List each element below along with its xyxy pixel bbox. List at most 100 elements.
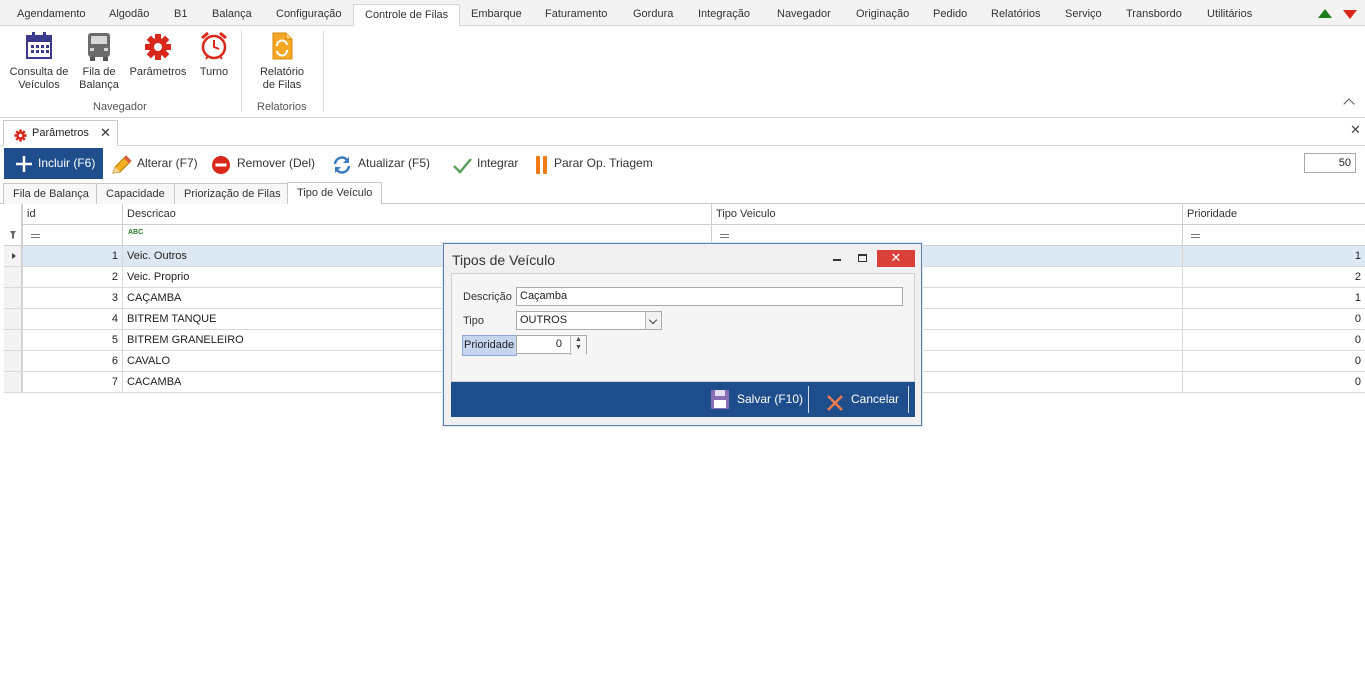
calendar-icon bbox=[24, 30, 54, 62]
column-header-prioridade[interactable]: Prioridade bbox=[1182, 204, 1365, 225]
tab-gordura[interactable]: Gordura bbox=[629, 4, 677, 26]
row-indicator bbox=[4, 372, 22, 392]
atualizar-button[interactable]: Atualizar (F5) bbox=[332, 148, 430, 179]
prioridade-value: 0 bbox=[555, 338, 562, 350]
row-indicator bbox=[4, 246, 22, 266]
tab-faturamento[interactable]: Faturamento bbox=[541, 4, 611, 26]
arrow-down-icon[interactable] bbox=[1343, 10, 1357, 19]
row-indicator-header bbox=[4, 204, 22, 225]
column-header-id[interactable]: id bbox=[22, 204, 122, 225]
truck-icon bbox=[84, 30, 114, 62]
tab-utilitarios[interactable]: Utilitários bbox=[1203, 4, 1256, 26]
atualizar-label: Atualizar (F5) bbox=[358, 156, 431, 170]
tipo-label: Tipo bbox=[463, 315, 484, 327]
column-header-descricao[interactable]: Descricao bbox=[122, 204, 711, 225]
tab-fila-de-balanca[interactable]: Fila de Balança bbox=[3, 183, 99, 204]
prioridade-stepper[interactable]: 0 ▲ ▼ bbox=[516, 335, 587, 355]
tab-originacao[interactable]: Originação bbox=[852, 4, 913, 26]
tab-balanca[interactable]: Balança bbox=[208, 4, 256, 26]
document-tab-parametros[interactable]: Parâmetros ✕ bbox=[3, 120, 118, 146]
cell-id: 3 bbox=[22, 288, 122, 309]
close-all-icon[interactable]: ✕ bbox=[1350, 122, 1361, 138]
minimize-icon[interactable] bbox=[833, 259, 841, 261]
refresh-icon bbox=[332, 155, 351, 174]
cell-prioridade: 0 bbox=[1182, 372, 1365, 393]
cell-prioridade: 2 bbox=[1182, 267, 1365, 288]
maximize-icon[interactable] bbox=[858, 254, 867, 262]
tab-priorizacao-de-filas[interactable]: Priorização de Filas bbox=[174, 183, 291, 204]
tab-embarque[interactable]: Embarque bbox=[467, 4, 526, 26]
alarm-clock-icon bbox=[199, 30, 229, 62]
tab-integracao[interactable]: Integração bbox=[694, 4, 754, 26]
consulta-label-2: Veículos bbox=[18, 79, 60, 91]
dialog-close-button[interactable]: ✕ bbox=[877, 250, 915, 267]
collapse-ribbon-icon[interactable] bbox=[1343, 98, 1355, 110]
tab-b1[interactable]: B1 bbox=[170, 4, 191, 26]
tab-navegador[interactable]: Navegador bbox=[773, 4, 835, 26]
incluir-button[interactable]: Incluir (F6) bbox=[4, 148, 104, 179]
consulta-veiculos-button[interactable]: Consulta de Veículos bbox=[8, 30, 70, 92]
plus-icon bbox=[14, 154, 32, 172]
page-size-input[interactable]: 50 bbox=[1304, 153, 1356, 173]
pause-icon bbox=[535, 155, 553, 174]
filter-indicator bbox=[4, 225, 22, 245]
close-x-icon bbox=[826, 391, 844, 426]
tipo-select-value: OUTROS bbox=[520, 314, 568, 326]
alterar-label: Alterar (F7) bbox=[137, 156, 198, 170]
row-indicator bbox=[4, 351, 22, 371]
tab-tipo-de-veiculo[interactable]: Tipo de Veículo bbox=[287, 182, 383, 204]
remover-button[interactable]: Remover (Del) bbox=[211, 148, 315, 179]
minus-circle-icon bbox=[211, 155, 230, 174]
tab-transbordo[interactable]: Transbordo bbox=[1122, 4, 1186, 26]
filter-cell-prioridade[interactable] bbox=[1182, 225, 1365, 246]
salvar-label: Salvar (F10) bbox=[737, 392, 804, 406]
integrar-label: Integrar bbox=[477, 156, 519, 170]
equals-icon bbox=[720, 234, 729, 238]
grid-header: id Descricao Tipo Veiculo Prioridade bbox=[4, 204, 1365, 225]
relatorio-filas-button[interactable]: Relatório de Filas bbox=[254, 30, 310, 92]
current-row-icon bbox=[12, 253, 16, 259]
descricao-label: Descrição bbox=[463, 291, 512, 303]
report-refresh-icon bbox=[267, 30, 297, 62]
cell-id: 5 bbox=[22, 330, 122, 351]
floppy-disk-icon bbox=[710, 389, 730, 424]
alterar-button[interactable]: Alterar (F7) bbox=[110, 148, 198, 179]
tab-capacidade[interactable]: Capacidade bbox=[96, 183, 175, 204]
equals-icon bbox=[31, 234, 40, 238]
parar-triagem-button[interactable]: Parar Op. Triagem bbox=[535, 148, 653, 179]
relatorio-label-1: Relatório bbox=[259, 66, 305, 78]
tab-algodao[interactable]: Algodão bbox=[105, 4, 153, 26]
turno-button[interactable]: Turno bbox=[196, 30, 232, 79]
parar-label: Parar Op. Triagem bbox=[554, 156, 653, 170]
group-divider bbox=[241, 30, 242, 112]
check-icon bbox=[452, 155, 472, 174]
parametros-label: Parâmetros bbox=[129, 66, 187, 78]
tab-controle-de-filas[interactable]: Controle de Filas bbox=[353, 4, 461, 27]
filter-cell-id[interactable] bbox=[22, 225, 122, 246]
close-icon[interactable]: ✕ bbox=[100, 121, 111, 145]
cell-id: 4 bbox=[22, 309, 122, 330]
filter-pin-icon bbox=[10, 231, 16, 239]
cancelar-button[interactable]: Cancelar bbox=[826, 382, 899, 417]
equals-icon bbox=[1191, 234, 1200, 238]
cell-id: 7 bbox=[22, 372, 122, 393]
tab-agendamento[interactable]: Agendamento bbox=[13, 4, 90, 26]
tipo-select[interactable]: OUTROS bbox=[516, 311, 662, 330]
arrow-up-icon[interactable] bbox=[1318, 9, 1332, 18]
tab-configuracao[interactable]: Configuração bbox=[272, 4, 345, 26]
row-indicator bbox=[4, 267, 22, 287]
salvar-button[interactable]: Salvar (F10) bbox=[710, 382, 803, 417]
integrar-button[interactable]: Integrar bbox=[452, 148, 518, 179]
pencil-icon bbox=[110, 155, 132, 174]
column-header-tipo-veiculo[interactable]: Tipo Veiculo bbox=[711, 204, 1182, 225]
descricao-field[interactable]: Caçamba bbox=[516, 287, 903, 306]
tab-pedido[interactable]: Pedido bbox=[929, 4, 971, 26]
tab-relatorios[interactable]: Relatórios bbox=[987, 4, 1045, 26]
chevron-down-icon[interactable] bbox=[645, 312, 661, 329]
fila-balanca-button[interactable]: Fila de Balança bbox=[77, 30, 121, 92]
group-label-navegador: Navegador bbox=[93, 101, 147, 113]
fila-label-1: Fila de bbox=[82, 66, 116, 78]
tab-servico[interactable]: Serviço bbox=[1061, 4, 1106, 26]
spin-arrows-icon[interactable]: ▲ ▼ bbox=[570, 336, 586, 355]
parametros-button[interactable]: Parâmetros bbox=[128, 30, 188, 79]
